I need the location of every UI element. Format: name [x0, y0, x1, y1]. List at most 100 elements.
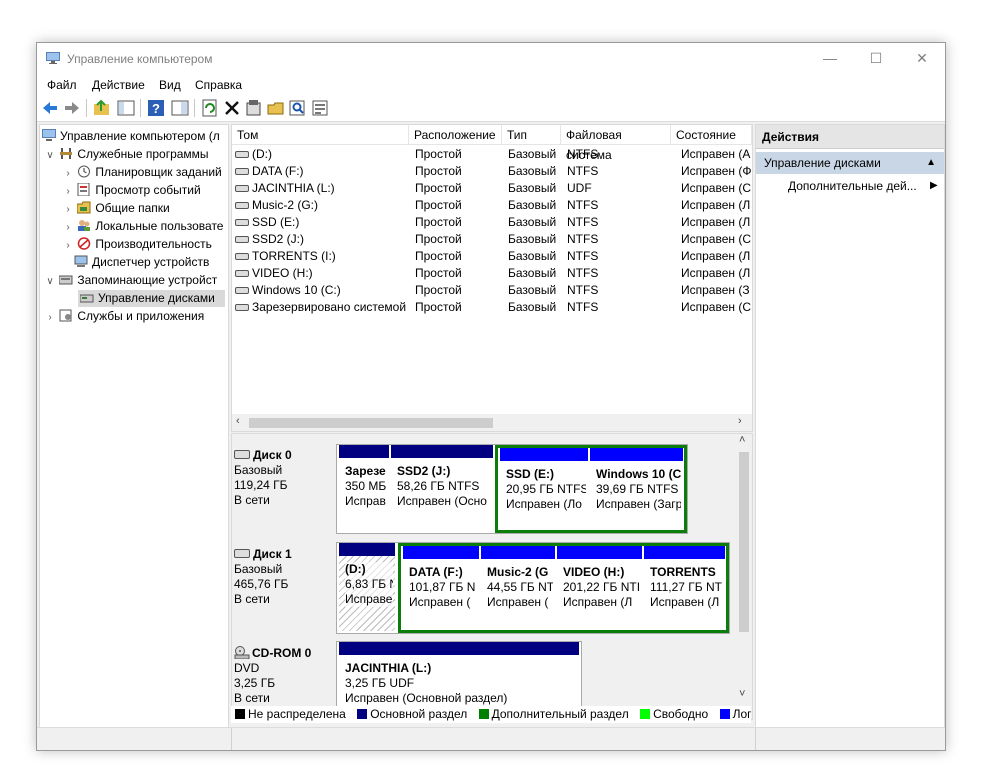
chevron-right-icon[interactable]: › — [62, 183, 74, 200]
column-header-type[interactable]: Тип — [502, 125, 561, 145]
partition-music2[interactable]: Music-2 (G 44,55 ГБ NT Исправен ( — [481, 546, 555, 628]
scroll-down-icon[interactable]: ˅ — [739, 688, 745, 700]
partition-jacinthia[interactable]: JACINTHIA (L:) 3,25 ГБ UDF Исправен (Основ… — [339, 642, 579, 710]
computer-management-window: Управление компьютером — ☐ ✕ Файл Действ… — [36, 42, 946, 751]
tree-item-local-users[interactable]: › Локальные пользовате — [62, 218, 223, 235]
title-bar[interactable]: Управление компьютером — ☐ ✕ — [37, 43, 945, 73]
chevron-down-icon[interactable]: ∨ — [44, 147, 56, 164]
partition-windows10[interactable]: Windows 10 (С 39,69 ГБ NTFS Исправен (Загр — [590, 448, 683, 528]
delete-icon[interactable] — [223, 99, 241, 117]
search-icon[interactable] — [289, 99, 307, 117]
table-row[interactable]: SSD2 (J:) Простой Базовый NTFS Исправен (С — [232, 231, 752, 248]
show-tree-icon[interactable] — [117, 99, 135, 117]
table-row[interactable]: SSD (E:) Простой Базовый NTFS Исправен (Л — [232, 214, 752, 231]
export-icon[interactable] — [311, 99, 329, 117]
column-header-volume[interactable]: Том — [232, 125, 409, 145]
disk-1-label[interactable]: Диск 1 Базовый 465,76 ГБ В сети — [234, 547, 332, 607]
device-manager-icon — [74, 255, 88, 267]
table-row[interactable]: (D:) Простой Базовый NTFS Исправен (А — [232, 146, 752, 163]
table-row[interactable]: TORRENTS (I:) Простой Базовый NTFS Исправен … — [232, 248, 752, 265]
table-cell: Базовый — [508, 300, 557, 314]
help-icon[interactable]: ? — [147, 99, 165, 117]
chevron-right-icon[interactable]: › — [62, 165, 74, 182]
menu-action[interactable]: Действие — [92, 78, 145, 92]
disk-map-vertical-scrollbar[interactable]: ˄ ˅ — [735, 434, 752, 704]
actions-section-disk-management[interactable]: Управление дисками ▲ — [756, 152, 944, 174]
chevron-right-icon[interactable]: › — [62, 237, 74, 254]
scroll-right-icon[interactable]: › — [738, 415, 742, 427]
chevron-right-icon[interactable]: › — [62, 219, 74, 236]
table-cell: Базовый — [508, 215, 557, 229]
scrollbar-thumb[interactable] — [739, 452, 749, 632]
cdrom-0-label[interactable]: CD-ROM 0 DVD 3,25 ГБ В сети — [234, 646, 332, 706]
partition-ssd[interactable]: SSD (E:) 20,95 ГБ NTFS Исправен (Ло — [500, 448, 588, 528]
partition-data[interactable]: DATA (F:) 101,87 ГБ N Исправен ( — [403, 546, 479, 628]
minimize-button[interactable]: — — [807, 43, 853, 73]
properties-icon[interactable] — [245, 99, 263, 117]
chevron-right-icon[interactable]: › — [44, 309, 56, 326]
back-icon[interactable] — [41, 99, 59, 117]
disk-legend: Не распределена Основной раздел Дополнит… — [231, 706, 751, 723]
properties-pane-icon[interactable] — [171, 99, 189, 117]
actions-header: Действия — [756, 125, 944, 149]
tree-item-performance[interactable]: › Производительность — [62, 236, 212, 253]
volume-icon — [235, 202, 249, 209]
tree-item-shared-folders[interactable]: › Общие папки — [62, 200, 169, 218]
tree-item-event-viewer[interactable]: › Просмотр событий — [62, 182, 201, 199]
tree-item-storage[interactable]: ∨ Запоминающие устройст — [44, 272, 217, 289]
menu-view[interactable]: Вид — [159, 78, 181, 92]
chevron-right-icon[interactable]: › — [62, 201, 74, 218]
table-row[interactable]: Music-2 (G:) Простой Базовый NTFS Исправен (… — [232, 197, 752, 214]
tree-root[interactable]: Управление компьютером (л — [42, 128, 220, 145]
cd-drive-icon — [234, 646, 250, 660]
up-folder-icon[interactable] — [93, 99, 111, 117]
scroll-left-icon[interactable]: ‹ — [236, 415, 240, 427]
tree-item-task-scheduler[interactable]: › Планировщик заданий — [62, 164, 221, 182]
storage-icon — [59, 275, 73, 285]
tree-item-device-manager[interactable]: Диспетчер устройств — [74, 254, 209, 271]
volume-list-horizontal-scrollbar[interactable]: ‹ › — [232, 414, 752, 431]
column-header-status[interactable]: Состояние — [671, 125, 752, 145]
column-header-filesystem[interactable]: Файловая система — [561, 125, 671, 162]
refresh-icon[interactable] — [201, 99, 219, 117]
scroll-up-icon[interactable]: ˄ — [739, 434, 745, 446]
partition-d[interactable]: (D:) 6,83 ГБ N Исправе — [339, 543, 395, 631]
volume-icon — [235, 219, 249, 226]
legend-logical: Логи — [716, 706, 751, 723]
volume-icon — [235, 287, 249, 294]
tree-item-system-tools[interactable]: ∨ Служебные программы — [44, 146, 208, 164]
partition-reserved[interactable]: Зарезе 350 МБ Исправ — [339, 445, 389, 531]
table-row[interactable]: VIDEO (H:) Простой Базовый NTFS Исправен (Л — [232, 265, 752, 282]
menu-file[interactable]: Файл — [47, 78, 77, 92]
chevron-down-icon[interactable]: ∨ — [44, 273, 56, 290]
close-button[interactable]: ✕ — [899, 43, 945, 73]
column-header-layout[interactable]: Расположение — [409, 125, 502, 145]
disk-map: Диск 0 Базовый 119,24 ГБ В сети Зарезе 35… — [231, 433, 753, 720]
tree-item-services-apps[interactable]: › Службы и приложения — [44, 308, 204, 325]
table-cell: NTFS — [567, 249, 599, 263]
tree-item-disk-management[interactable]: Управление дисками — [78, 290, 225, 307]
maximize-button[interactable]: ☐ — [853, 43, 899, 73]
table-row[interactable]: Windows 10 (C:) Простой Базовый NTFS Исправе… — [232, 282, 752, 299]
toolbar-separator — [140, 99, 141, 117]
action-more-actions[interactable]: Дополнительные дей... — [788, 177, 917, 195]
table-row[interactable]: JACINTHIA (L:) Простой Базовый UDF Исправен … — [232, 180, 752, 197]
table-cell: Базовый — [508, 249, 557, 263]
partition-torrents[interactable]: TORRENTS 111,27 ГБ NT Исправен (Л — [644, 546, 725, 628]
table-cell: Исправен (З — [681, 283, 750, 297]
forward-icon[interactable] — [63, 99, 81, 117]
scrollbar-thumb[interactable] — [249, 418, 493, 428]
table-cell: NTFS — [567, 198, 599, 212]
collapse-up-icon[interactable]: ▲ — [926, 152, 936, 174]
table-row[interactable]: Зарезервировано системой Простой Базовый NT… — [232, 299, 752, 316]
svg-text:?: ? — [152, 101, 160, 116]
volume-icon — [235, 304, 249, 311]
partition-video[interactable]: VIDEO (H:) 201,22 ГБ NTI Исправен (Л — [557, 546, 642, 628]
clock-icon — [78, 165, 91, 178]
disk-0-label[interactable]: Диск 0 Базовый 119,24 ГБ В сети — [234, 448, 332, 508]
window-title: Управление компьютером — [67, 52, 213, 66]
partition-ssd2[interactable]: SSD2 (J:) 58,26 ГБ NTFS Исправен (Осно — [391, 445, 493, 531]
table-row[interactable]: DATA (F:) Простой Базовый NTFS Исправен (Ф — [232, 163, 752, 180]
menu-help[interactable]: Справка — [195, 78, 242, 92]
open-icon[interactable] — [267, 99, 285, 117]
